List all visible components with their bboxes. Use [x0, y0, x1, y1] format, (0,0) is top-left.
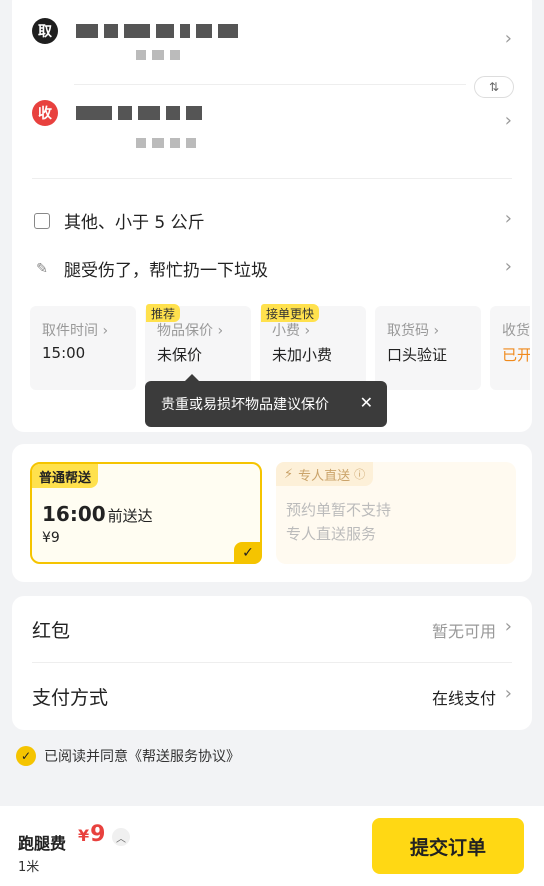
direct-delivery-tag: ⚡ 专人直送 ⓘ: [276, 462, 374, 486]
close-icon[interactable]: ✕: [360, 393, 373, 412]
tile-label: 物品保价 ›: [157, 323, 224, 339]
tile-pickup-time[interactable]: 取件时间 › 15:00: [30, 306, 136, 390]
redpacket-row[interactable]: 红包 暂无可用 ›: [12, 596, 532, 662]
agreement-text[interactable]: 已阅读并同意《帮送服务协议》: [44, 746, 240, 766]
direct-delivery-desc: 预约单暂不支持 专人直送服务: [286, 498, 391, 546]
receive-contact-redacted: [136, 134, 196, 152]
pickup-contact-redacted: [136, 46, 180, 64]
bottom-bar: 跑腿费 ¥9 ︿ 1米 提交订单: [0, 806, 544, 886]
normal-delivery-option[interactable]: 普通帮送 16:00 前送达 ¥9 ✓: [30, 462, 262, 564]
direct-desc-line2: 专人直送服务: [286, 525, 377, 543]
delivery-price: ¥9: [42, 530, 60, 546]
tile-label: 收货: [502, 323, 530, 339]
direct-delivery-tag-text: 专人直送: [298, 468, 351, 484]
fee-amount: ¥9: [78, 822, 105, 847]
chevron-right-icon: ›: [504, 616, 512, 637]
chevron-up-icon[interactable]: ︿: [112, 828, 130, 846]
tile-value: 口头验证: [387, 346, 448, 364]
tooltip-text: 贵重或易损坏物品建议保价: [161, 397, 329, 413]
receive-badge: 收: [32, 100, 58, 126]
edit-icon: ✎: [36, 260, 48, 277]
redpacket-label: 红包: [32, 620, 71, 642]
pickup-address-redacted: [76, 22, 238, 40]
chevron-right-icon: ›: [504, 208, 512, 229]
payment-card: 红包 暂无可用 › 支付方式 在线支付 ›: [12, 596, 532, 730]
payment-method-label: 支付方式: [32, 687, 109, 709]
direct-delivery-option[interactable]: ⚡ 专人直送 ⓘ 预约单暂不支持 专人直送服务: [276, 462, 516, 564]
submit-order-button[interactable]: 提交订单: [372, 818, 524, 874]
tile-value: 未加小费: [272, 346, 333, 364]
fee-label: 跑腿费: [18, 834, 67, 853]
recommend-tag: 推荐: [146, 304, 181, 322]
chevron-right-icon: ›: [504, 683, 512, 704]
lightning-icon: ⚡: [284, 466, 294, 482]
chevron-right-icon: ›: [504, 110, 512, 131]
divider: [32, 178, 512, 179]
tile-value: 15:00: [42, 344, 86, 362]
tile-receive[interactable]: 收货 已开: [490, 306, 530, 390]
delivery-time: 16:00 前送达: [42, 502, 153, 526]
tile-value: 未保价: [157, 346, 203, 364]
remark-text: 腿受伤了，帮忙扔一下垃圾: [64, 261, 268, 281]
delivery-time-value: 16:00: [42, 502, 106, 526]
item-type-row[interactable]: 其他、小于 5 公斤: [34, 208, 205, 233]
fee-value: 9: [90, 822, 106, 847]
tile-value: 已开: [502, 346, 530, 364]
fee-currency: ¥: [78, 826, 90, 845]
remark-row[interactable]: ✎ 腿受伤了，帮忙扔一下垃圾: [34, 256, 268, 282]
tile-pickup-code[interactable]: 取货码 › 口头验证: [375, 306, 481, 390]
delivery-option-card: 普通帮送 16:00 前送达 ¥9 ✓ ⚡ 专人直送 ⓘ 预约单暂不支持 专人直送…: [12, 444, 532, 582]
checkbox-checked-icon[interactable]: ✓: [16, 746, 36, 766]
tile-label: 小费 ›: [272, 323, 311, 339]
receive-address-row[interactable]: 收 ›: [12, 88, 532, 168]
receive-address-redacted: [76, 104, 202, 122]
pickup-badge: 取: [32, 18, 58, 44]
order-info-card: 取 › ⇅ 收 › 其他、小于 5 公斤 › ✎ 腿受伤了，帮忙扔一下垃圾 ›: [12, 0, 532, 432]
payment-method-value: 在线支付: [431, 689, 496, 708]
package-icon: [34, 212, 50, 229]
chevron-right-icon: ›: [504, 256, 512, 277]
divider: [74, 84, 466, 85]
pickup-address-row[interactable]: 取 ›: [12, 0, 532, 76]
payment-method-row[interactable]: 支付方式 在线支付 ›: [12, 663, 532, 729]
normal-delivery-tag: 普通帮送: [32, 464, 99, 488]
faster-tag: 接单更快: [261, 304, 320, 322]
redpacket-value: 暂无可用: [431, 622, 496, 641]
check-icon: ✓: [234, 542, 262, 564]
insurance-tooltip: 贵重或易损坏物品建议保价 ✕: [145, 374, 387, 427]
distance-text: 1米: [18, 860, 40, 875]
help-icon[interactable]: ⓘ: [354, 466, 365, 482]
tile-label: 取货码 ›: [387, 323, 440, 339]
delivery-time-suffix: 前送达: [107, 507, 153, 525]
agreement-row[interactable]: ✓ 已阅读并同意《帮送服务协议》: [16, 746, 240, 766]
item-type-text: 其他、小于 5 公斤: [64, 213, 205, 233]
chevron-right-icon: ›: [504, 28, 512, 49]
tile-label: 取件时间 ›: [42, 323, 109, 339]
direct-desc-line1: 预约单暂不支持: [286, 501, 392, 519]
